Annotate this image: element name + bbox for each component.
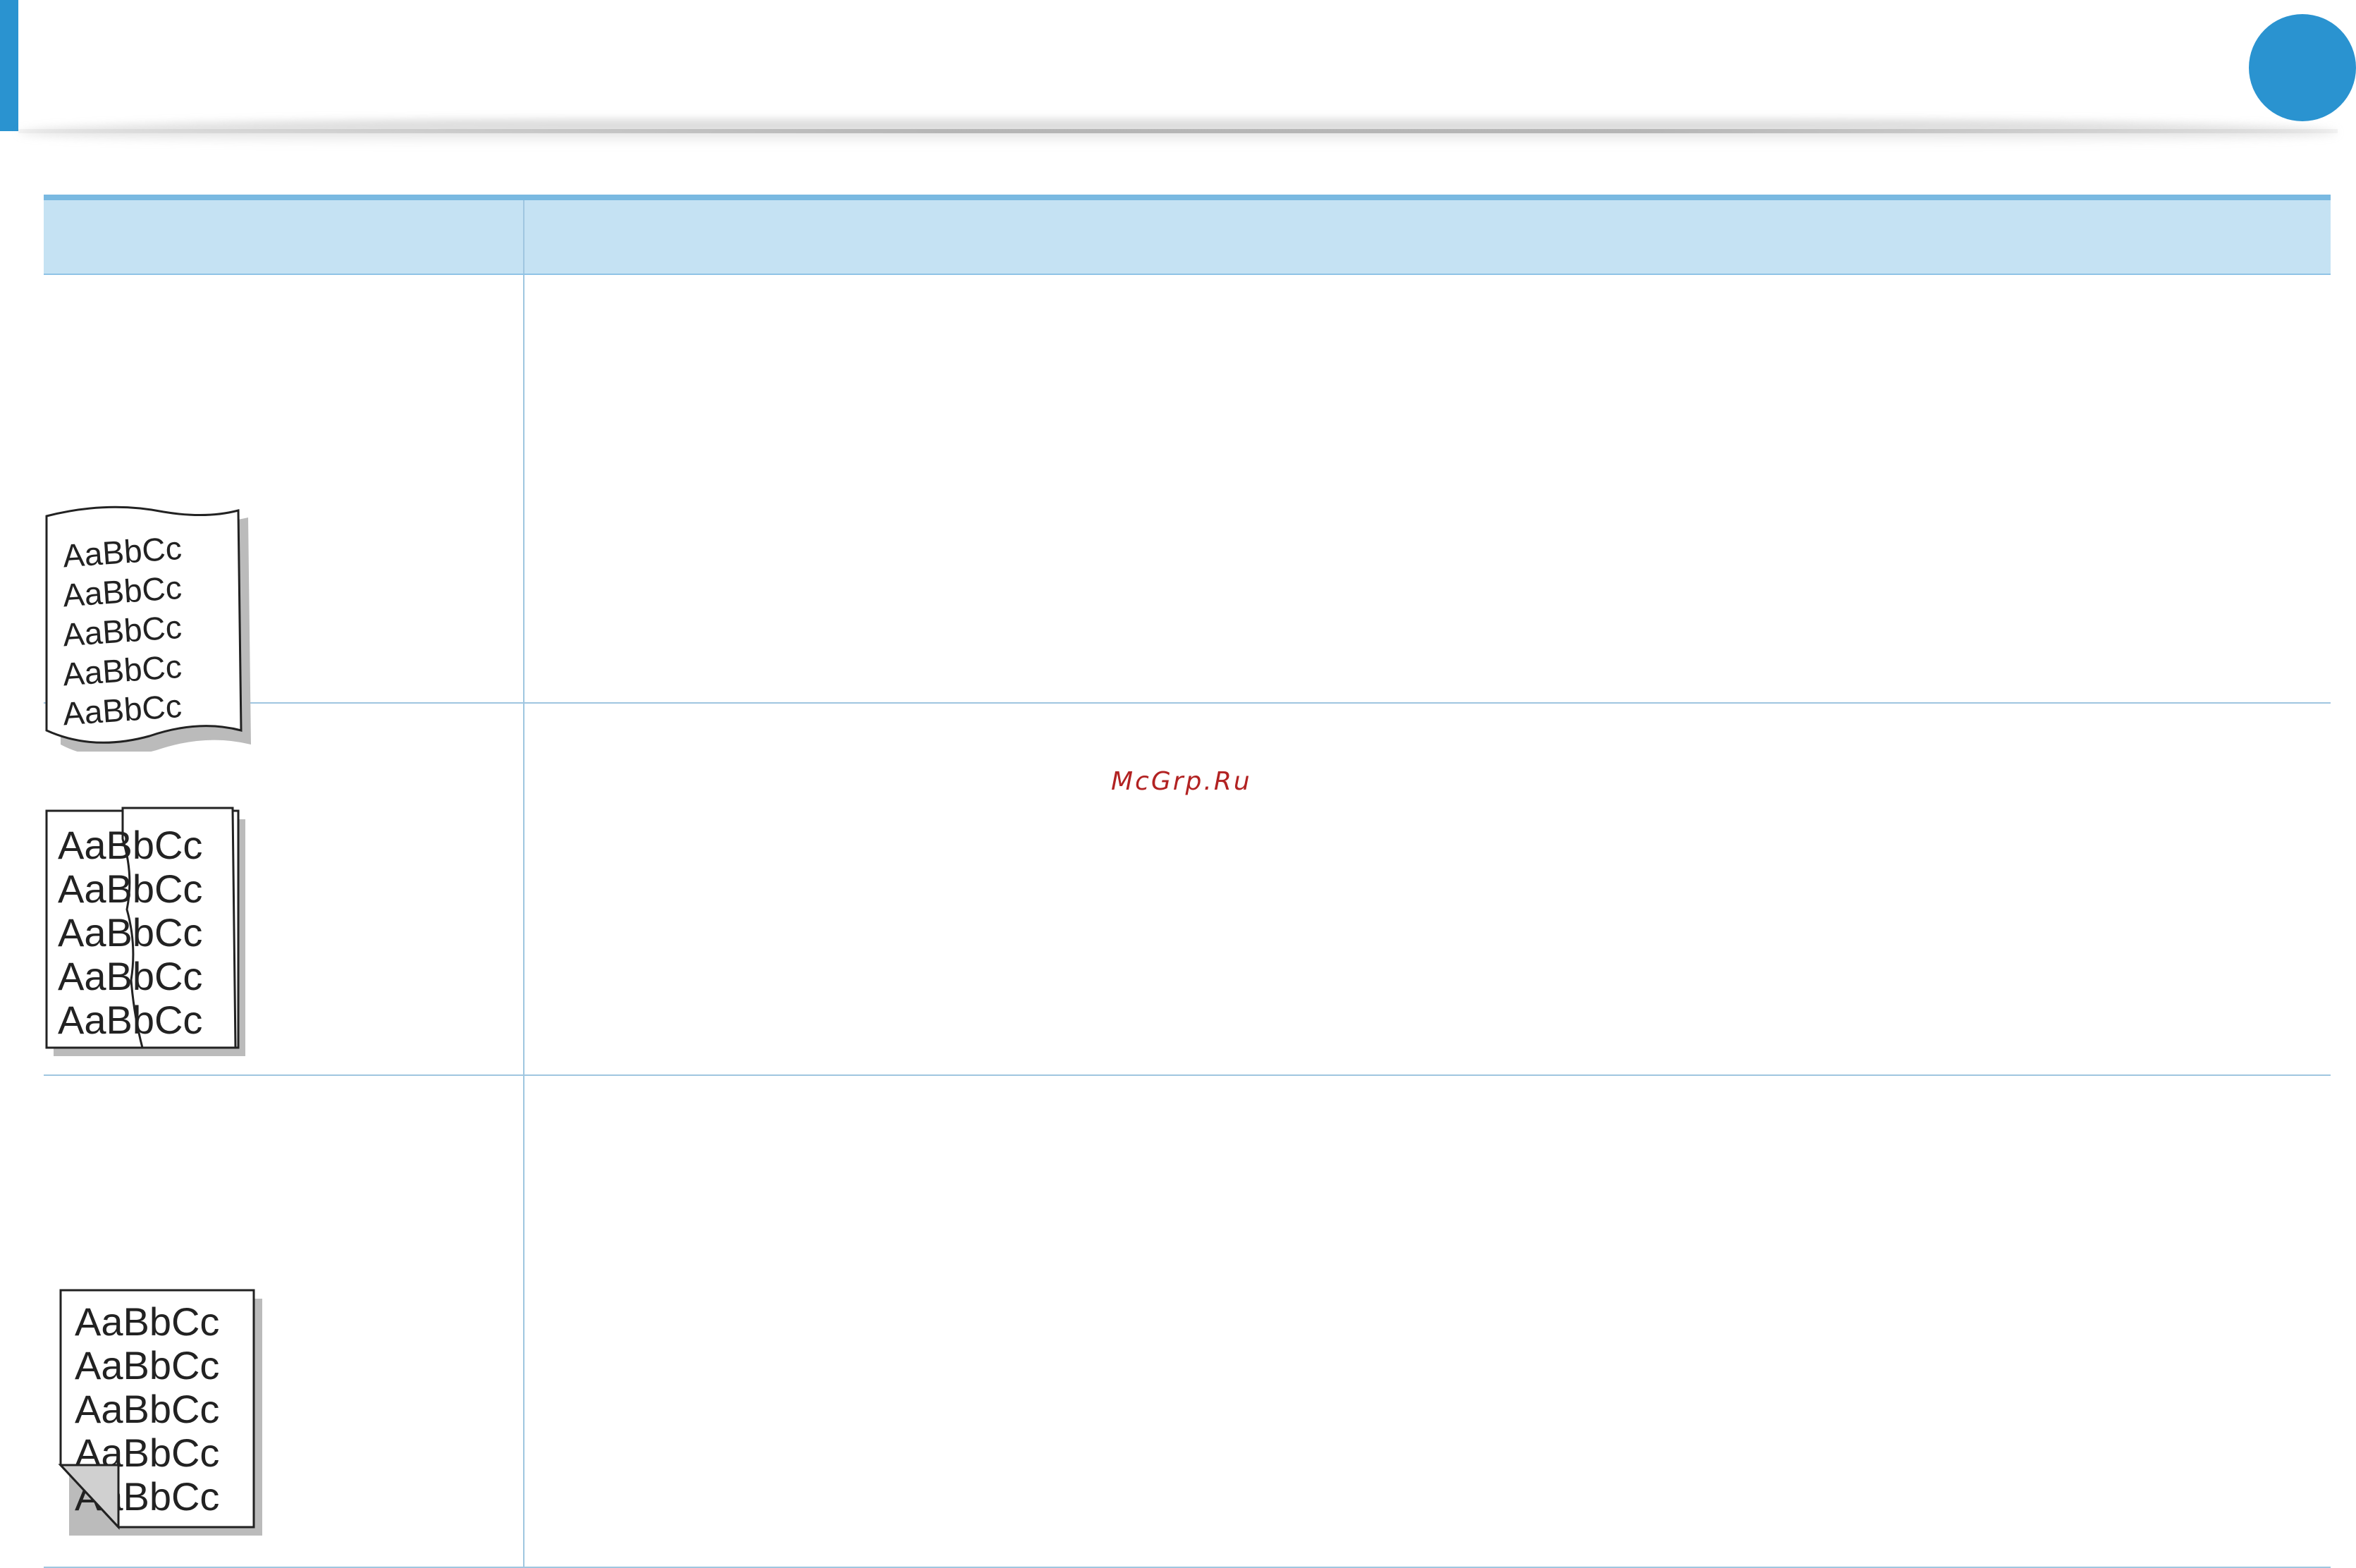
sample-text-line: AaBbCc xyxy=(75,1387,219,1431)
sample-text-line: AaBbCc xyxy=(58,998,202,1042)
sample-text-line: AaBbCc xyxy=(58,823,202,867)
solution-cell xyxy=(524,1075,2331,1568)
solution-cell xyxy=(524,274,2331,704)
folded-corner-sample-icon: AaBbCc AaBbCc AaBbCc AaBbCc AaBbCc xyxy=(58,1289,262,1536)
table-row: AaBbCc AaBbCc AaBbCc AaBbCc AaBbCc xyxy=(44,274,2331,752)
watermark-text: McGrp.Ru xyxy=(1111,767,1252,796)
condition-cell: AaBbCc AaBbCc AaBbCc AaBbCc AaBbCc xyxy=(44,274,524,752)
sample-text-line: AaBbCc xyxy=(58,954,202,998)
condition-cell: AaBbCc AaBbCc AaBbCc AaBbCc AaBbCc xyxy=(44,703,524,1076)
sample-text-line: AaBbCc xyxy=(58,866,202,911)
left-accent-bar xyxy=(0,0,18,131)
condition-cell: AaBbCc AaBbCc AaBbCc AaBbCc AaBbCc xyxy=(44,1075,524,1568)
troubleshooting-table: AaBbCc AaBbCc AaBbCc AaBbCc AaBbCc AaBbC… xyxy=(44,195,2331,1568)
table-row: AaBbCc AaBbCc AaBbCc AaBbCc AaBbCc xyxy=(44,703,2331,1076)
header-cell-condition xyxy=(44,195,524,275)
page-marker-circle xyxy=(2249,14,2356,121)
torn-paper-sample-icon: AaBbCc AaBbCc AaBbCc AaBbCc AaBbCc xyxy=(45,807,245,1056)
table-row: AaBbCc AaBbCc AaBbCc AaBbCc AaBbCc xyxy=(44,1075,2331,1568)
sample-text-line: AaBbCc xyxy=(75,1299,219,1344)
sample-text-line: AaBbCc xyxy=(58,910,202,955)
sample-text-line: AaBbCc xyxy=(75,1343,219,1388)
table-header-row xyxy=(44,195,2331,275)
header-divider xyxy=(18,129,2338,133)
solution-cell xyxy=(524,703,2331,1076)
header-cell-solution xyxy=(524,195,2331,275)
